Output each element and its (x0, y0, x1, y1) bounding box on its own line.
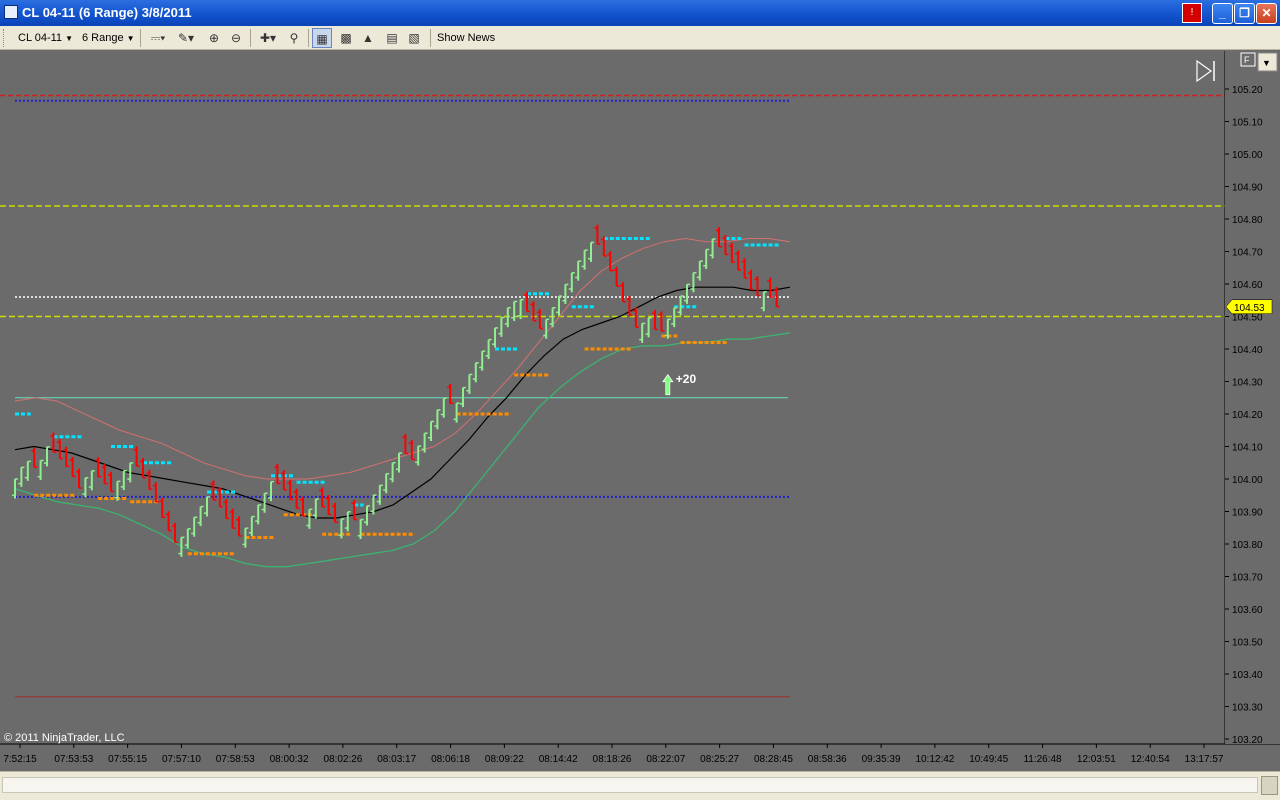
time-tick-label: 08:02:26 (323, 754, 362, 765)
zoom-out-icon[interactable]: ⊖ (226, 28, 246, 48)
templates-icon[interactable]: ▧ (404, 28, 424, 48)
indicators-icon[interactable]: ▩ (336, 28, 356, 48)
chart-background (0, 51, 1280, 771)
chevron-down-icon: ▼ (1262, 58, 1271, 68)
price-tick-label: 104.00 (1232, 475, 1263, 486)
interval-label: 6 Range (82, 32, 124, 44)
signal-label: +20 (676, 372, 697, 386)
price-tick-label: 103.70 (1232, 573, 1263, 584)
price-tick-label: 105.20 (1232, 85, 1263, 96)
time-tick-label: 08:22:07 (646, 754, 685, 765)
instrument-selector[interactable]: CL 04-11 ▼ (18, 28, 73, 48)
zoom-in-icon[interactable]: ⊕ (204, 28, 224, 48)
toolbar-separator (430, 29, 431, 47)
time-tick-label: 07:58:53 (216, 754, 255, 765)
minimize-button[interactable]: _ (1212, 3, 1233, 24)
interval-selector[interactable]: 6 Range ▼ (82, 28, 135, 48)
time-tick-label: 08:25:27 (700, 754, 739, 765)
instrument-label: CL 04-11 (18, 32, 63, 44)
time-tick-label: 12:40:54 (1131, 754, 1170, 765)
price-tick-label: 104.80 (1232, 215, 1263, 226)
crosshair-icon[interactable]: ✚▾ (256, 28, 280, 48)
toolbar-separator (250, 29, 251, 47)
bar-type-icon[interactable]: ⎓▾ (146, 28, 170, 48)
price-tick-label: 104.40 (1232, 345, 1263, 356)
price-tick-label: 103.50 (1232, 638, 1263, 649)
restore-button[interactable]: ❐ (1234, 3, 1255, 24)
time-tick-label: 09:35:39 (862, 754, 901, 765)
time-tick-label: 08:03:17 (377, 754, 416, 765)
chevron-down-icon: ▼ (126, 34, 135, 43)
time-tick-label: 08:06:18 (431, 754, 470, 765)
price-tick-label: 104.70 (1232, 248, 1263, 259)
time-tick-label: 11:26:48 (1023, 754, 1062, 765)
show-news-button[interactable]: Show News (437, 28, 495, 48)
last-price-value: 104.53 (1234, 303, 1265, 314)
toolbar-grip[interactable] (3, 29, 6, 47)
time-tick-label: 08:09:22 (485, 754, 524, 765)
price-tick-label: 104.90 (1232, 183, 1263, 194)
last-price-tag: 104.53 (1225, 299, 1273, 314)
price-tick-label: 104.10 (1232, 443, 1263, 454)
flag-label: F (1244, 55, 1250, 65)
data-box-icon[interactable]: ▦ (312, 28, 332, 48)
price-tick-label: 104.30 (1232, 378, 1263, 389)
pencil-icon[interactable]: ✎▾ (174, 28, 198, 48)
price-tick-label: 103.40 (1232, 670, 1263, 681)
properties-icon[interactable]: ▤ (382, 28, 402, 48)
time-tick-label: 7:52:15 (3, 754, 37, 765)
time-tick-label: 13:17:57 (1185, 754, 1224, 765)
price-tick-label: 103.30 (1232, 703, 1263, 714)
time-tick-label: 07:53:53 (54, 754, 93, 765)
close-button[interactable]: ✕ (1256, 3, 1277, 24)
time-tick-label: 08:14:42 (539, 754, 578, 765)
chevron-down-icon: ▼ (65, 34, 74, 43)
price-chart[interactable]: +20 105.20 105.10 105.00 104.90 104.80 104.70… (0, 51, 1280, 771)
chart-app-icon (4, 5, 18, 19)
time-tick-label: 10:12:42 (915, 754, 954, 765)
price-tick-label: 105.00 (1232, 150, 1263, 161)
time-tick-label: 07:55:15 (108, 754, 147, 765)
toolbar-separator (140, 29, 141, 47)
price-tick-label: 103.80 (1232, 540, 1263, 551)
time-tick-label: 08:28:45 (754, 754, 793, 765)
price-tick-label: 104.50 (1232, 313, 1263, 324)
price-tick-label: 103.90 (1232, 508, 1263, 519)
price-tick-label: 104.20 (1232, 410, 1263, 421)
time-tick-label: 08:18:26 (593, 754, 632, 765)
scrollbar-track[interactable] (2, 777, 1258, 793)
price-tick-label: 103.60 (1232, 605, 1263, 616)
window-title: CL 04-11 (6 Range) 3/8/2011 (22, 5, 192, 20)
horizontal-scrollbar[interactable] (0, 771, 1280, 800)
magnifier-icon[interactable]: ⚲ (284, 28, 304, 48)
price-tick-label: 105.10 (1232, 118, 1263, 129)
toolbar-separator (308, 29, 309, 47)
time-tick-label: 08:00:32 (270, 754, 309, 765)
time-tick-label: 07:57:10 (162, 754, 201, 765)
strategies-icon[interactable]: ▲ (358, 28, 378, 48)
scrollbar-thumb[interactable] (1261, 776, 1278, 795)
price-tick-label: 103.20 (1232, 735, 1263, 746)
price-tick-label: 104.60 (1232, 280, 1263, 291)
time-tick-label: 12:03:51 (1077, 754, 1116, 765)
time-tick-label: 08:58:36 (808, 754, 847, 765)
time-tick-label: 10:49:45 (969, 754, 1008, 765)
chart-toolbar: CL 04-11 ▼ 6 Range ▼ ⎓▾ ✎▾ ⊕ ⊖ ✚▾ ⚲ ▦ ▩ … (0, 26, 1280, 50)
title-bar: CL 04-11 (6 Range) 3/8/2011 ! _ ❐ ✕ (0, 0, 1280, 26)
alert-icon[interactable]: ! (1182, 3, 1202, 23)
copyright-text: © 2011 NinjaTrader, LLC (4, 732, 125, 744)
